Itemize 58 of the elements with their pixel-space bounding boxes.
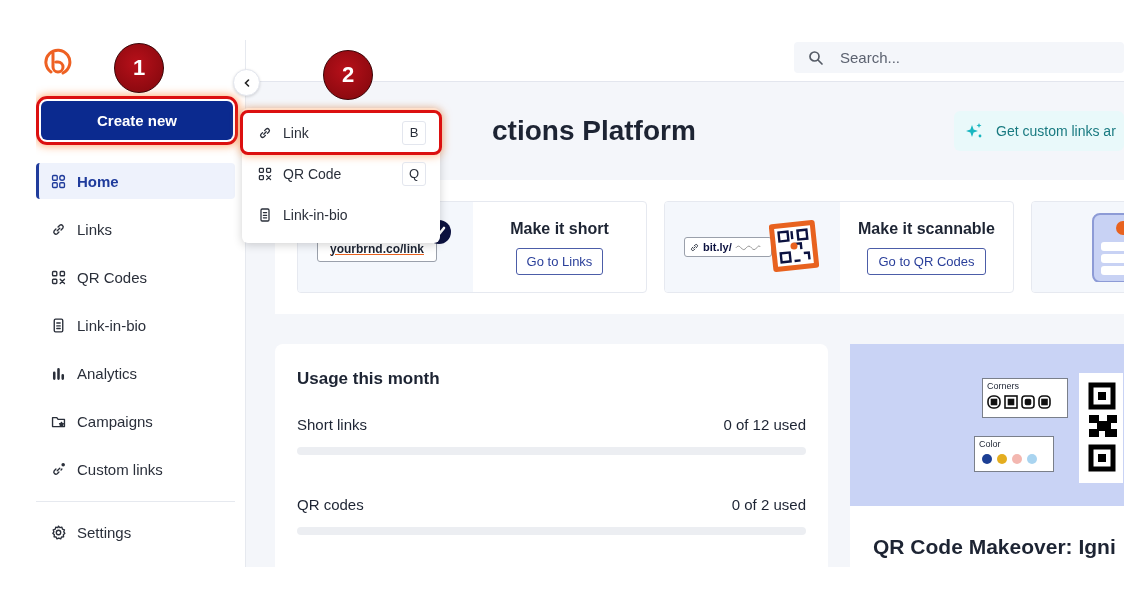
qr-code-icon xyxy=(257,165,273,182)
search-field[interactable]: Search... xyxy=(794,42,1124,73)
card-title: Make it scannable xyxy=(858,219,995,238)
nav-label: Links xyxy=(77,220,113,238)
promo-label: Get custom links ar xyxy=(996,123,1116,139)
card-title: Make it short xyxy=(510,219,609,238)
menu-label: Link-in-bio xyxy=(283,206,349,223)
card-heading: Usage this month xyxy=(297,369,441,389)
article-title: QR Code Makeover: Igni xyxy=(872,534,1117,559)
nav-item[interactable]: Custom links xyxy=(36,451,235,487)
shortcut-key: Q xyxy=(402,161,426,186)
nav-label: Link-in-bio xyxy=(77,316,147,334)
nav-label: Home xyxy=(77,172,119,190)
usage-label: QR codes xyxy=(297,496,364,513)
menu-item[interactable]: QR Code Q xyxy=(242,153,440,194)
page-title: ctions Platform xyxy=(492,115,696,147)
color-swatch[interactable] xyxy=(1027,454,1037,464)
corner-styles-icon xyxy=(987,395,1051,409)
nav-item[interactable]: Settings xyxy=(36,514,235,550)
nav-label: Settings xyxy=(77,523,132,541)
search-icon xyxy=(808,49,824,66)
nav-label: Campaigns xyxy=(77,412,153,430)
url-text: bit.ly/ xyxy=(703,241,732,253)
card-button[interactable]: Go to QR Codes xyxy=(867,247,986,275)
menu-item[interactable]: Link-in-bio xyxy=(242,194,440,235)
nav-item[interactable]: Analytics xyxy=(36,355,235,391)
color-swatch[interactable] xyxy=(982,454,992,464)
shortcut-key: B xyxy=(402,120,426,145)
nav-item[interactable]: Home xyxy=(36,163,235,199)
link-sparkle-icon xyxy=(50,460,67,478)
nav-item[interactable]: Links xyxy=(36,211,235,247)
menu-label: QR Code xyxy=(283,165,343,182)
panel-label: Color xyxy=(979,439,1002,450)
nav-label: Analytics xyxy=(77,364,138,382)
page-icon xyxy=(257,206,273,223)
menu-item[interactable]: Link B xyxy=(242,112,440,153)
settings-icon xyxy=(50,523,67,541)
link-icon xyxy=(689,241,700,253)
grid-icon xyxy=(50,172,67,190)
squiggle-icon xyxy=(734,243,761,251)
usage-count: 0 of 2 used xyxy=(731,496,806,513)
menu-label: Link xyxy=(283,124,310,141)
usage-count: 0 of 12 used xyxy=(723,416,806,433)
nav-item[interactable]: QR Codes xyxy=(36,259,235,295)
promo-button[interactable]: Get custom links ar xyxy=(954,111,1124,151)
panel-label: Corners xyxy=(987,381,1020,392)
nav-label: Custom links xyxy=(77,460,163,478)
usage-label: Short links xyxy=(297,416,368,433)
color-swatch[interactable] xyxy=(1012,454,1022,464)
qr-code-icon xyxy=(50,268,67,286)
card-button[interactable]: Go to Links xyxy=(515,247,604,275)
logo-icon xyxy=(42,47,72,77)
color-swatch[interactable] xyxy=(997,454,1007,464)
nav-item[interactable]: Campaigns xyxy=(36,403,235,439)
url-text: yourbrnd.co/link xyxy=(330,241,424,256)
nav-label: QR Codes xyxy=(77,268,148,286)
nav-item[interactable]: Link-in-bio xyxy=(36,307,235,343)
search-input[interactable]: Search... xyxy=(838,48,1042,67)
